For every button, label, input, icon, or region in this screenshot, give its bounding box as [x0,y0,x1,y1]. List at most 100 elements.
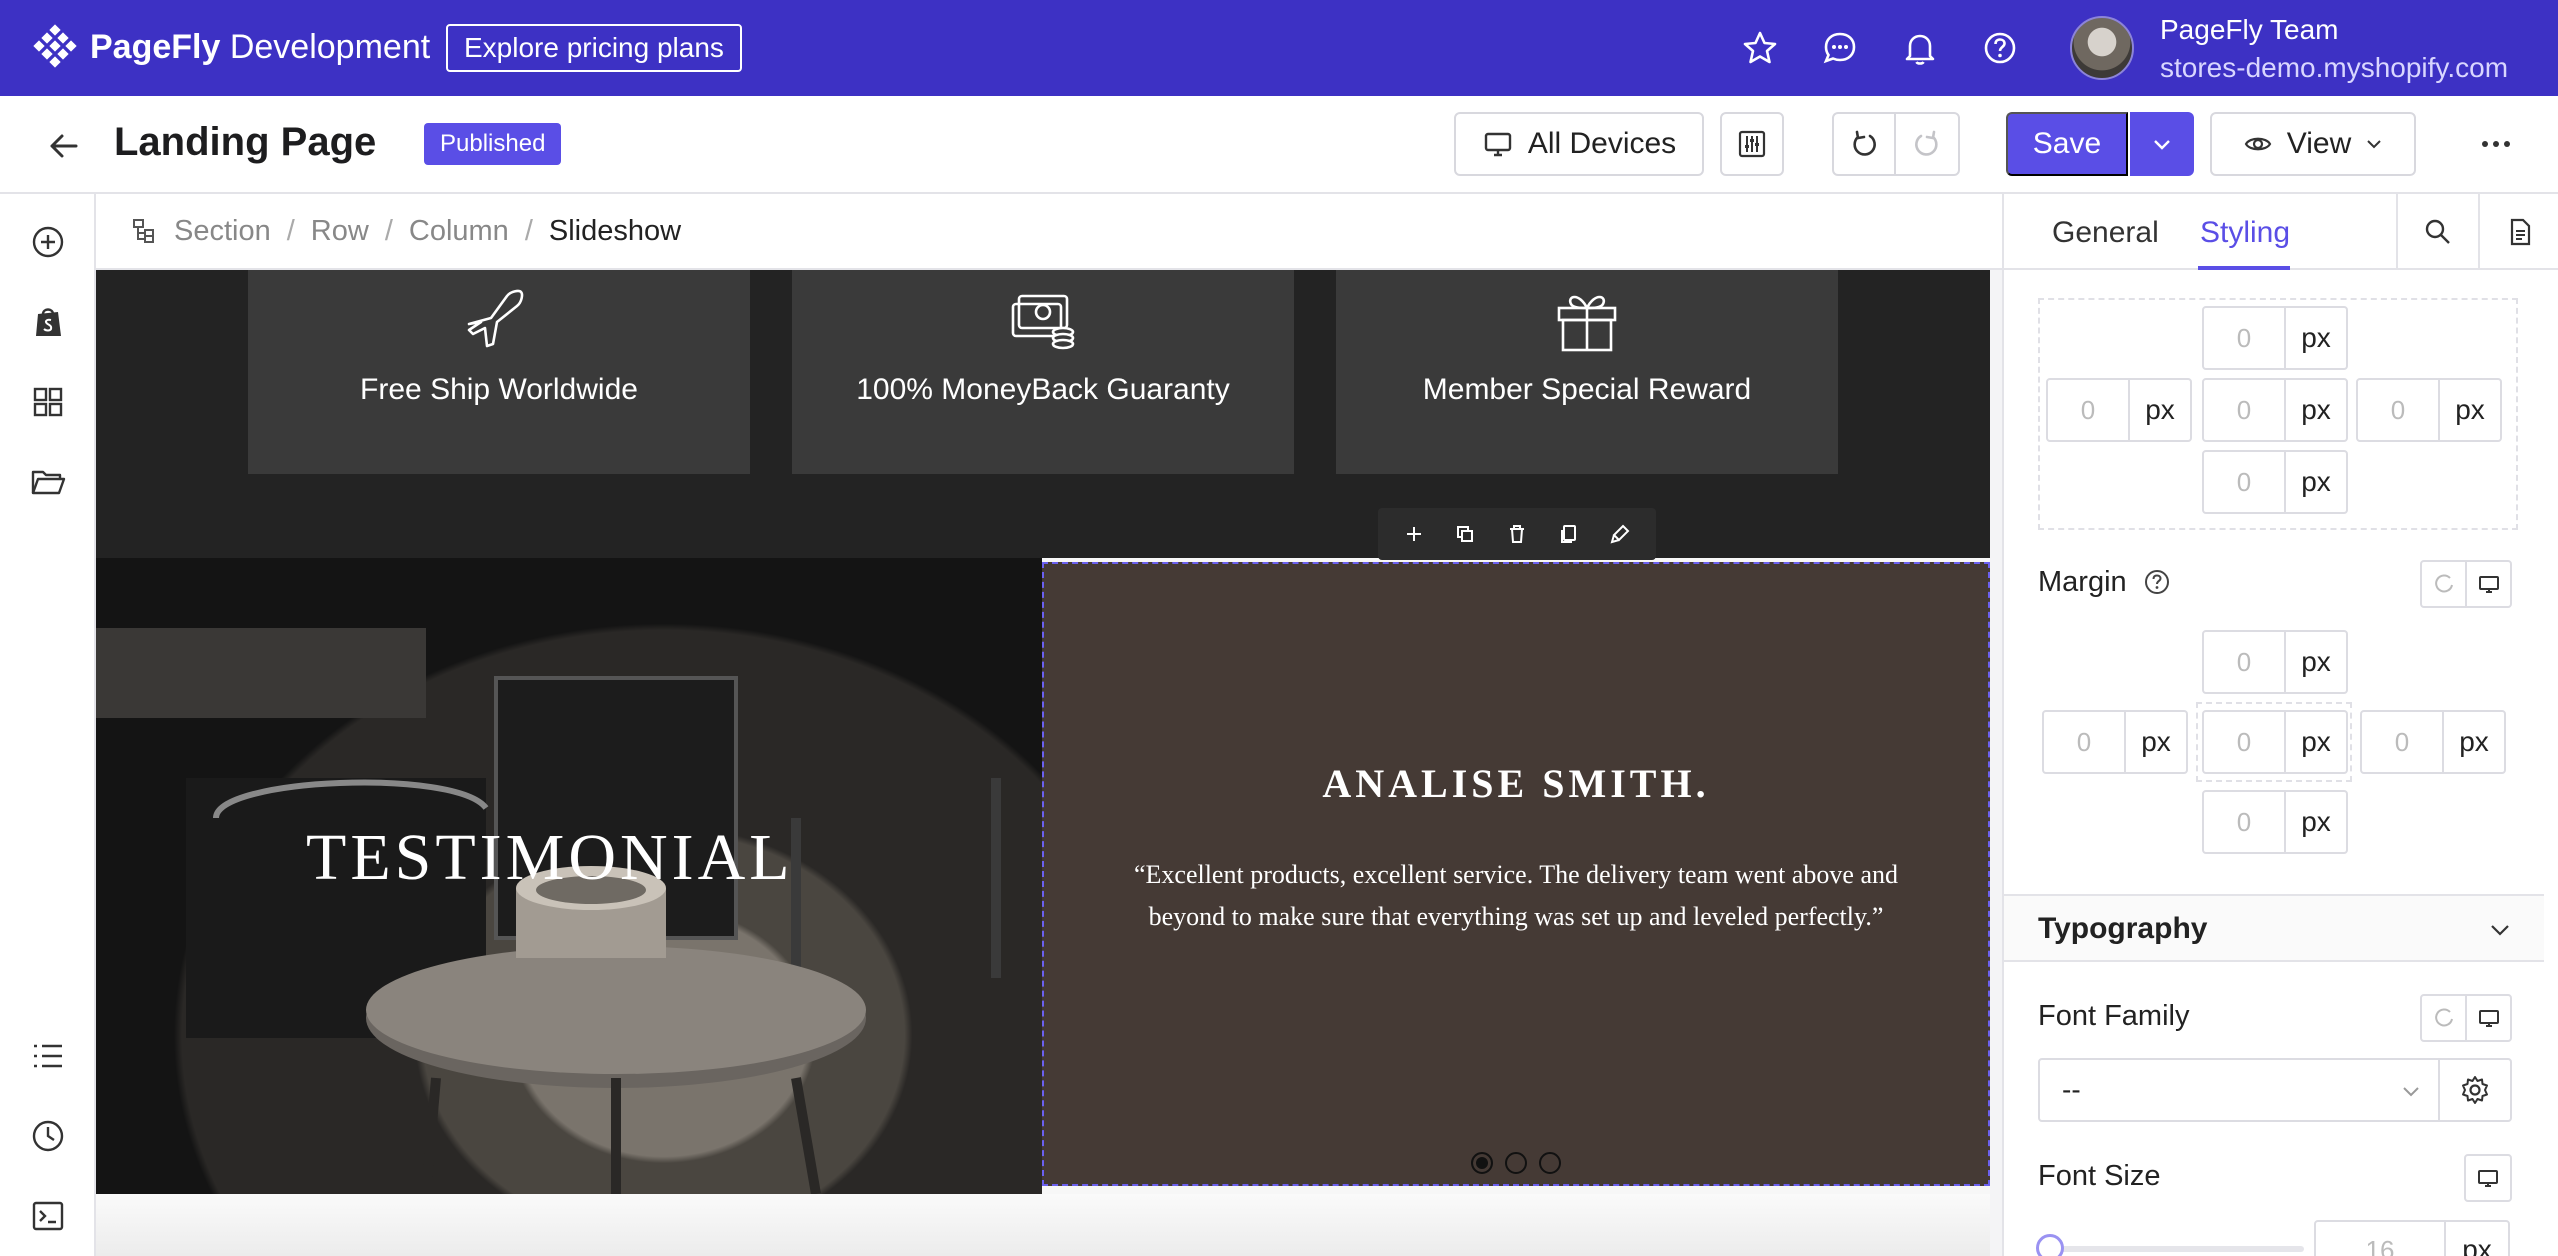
font-size-input[interactable]: 16 px [2314,1220,2510,1256]
unit-label[interactable]: px [2126,712,2186,772]
all-devices-button[interactable]: All Devices [1454,112,1704,176]
margin-left-input[interactable]: 0 px [2042,710,2188,774]
code-terminal-icon[interactable] [28,1196,68,1236]
help-icon[interactable] [1980,28,2020,68]
font-size-device-button[interactable] [2464,1154,2512,1202]
help-icon[interactable] [2143,568,2171,596]
unit-label[interactable]: px [2286,308,2346,368]
padding-left-value[interactable]: 0 [2048,380,2130,440]
typography-section-header[interactable]: Typography [2004,894,2544,962]
font-size-value[interactable]: 16 [2316,1222,2446,1256]
top-icons [1740,28,2020,68]
padding-center-value[interactable]: 0 [2204,380,2286,440]
padding-center-input[interactable]: 0 px [2202,378,2348,442]
add-element-icon[interactable] [28,222,68,262]
settings-sliders-button[interactable] [1720,112,1784,176]
more-options-button[interactable] [2430,112,2558,176]
layers-list-icon[interactable] [28,1036,68,1076]
user-info[interactable]: PageFly Team stores-demo.myshopify.com [2160,14,2508,84]
reset-icon [2434,574,2453,593]
font-size-slider-track[interactable] [2044,1246,2304,1252]
unit-label[interactable]: px [2444,712,2504,772]
unit-label[interactable]: px [2286,632,2346,692]
avatar[interactable] [2070,16,2134,80]
font-settings-button[interactable] [2438,1058,2512,1122]
font-family-value: -- [2062,1074,2081,1105]
margin-right-value[interactable]: 0 [2362,712,2444,772]
slideshow-slide[interactable]: ANALISE SMITH. “Excellent products, exce… [1042,562,1990,1186]
unit-label[interactable]: px [2286,712,2346,772]
delete-icon[interactable] [1506,523,1528,545]
shopify-icon[interactable] [28,302,68,342]
breadcrumb-section[interactable]: Section [174,215,271,248]
unit-label[interactable]: px [2286,792,2346,852]
add-icon[interactable] [1403,523,1425,545]
hierarchy-icon [133,219,154,243]
save-button[interactable]: Save [2006,112,2128,176]
padding-right-value[interactable]: 0 [2358,380,2440,440]
bell-icon[interactable] [1900,28,1940,68]
unit-label[interactable]: px [2286,452,2346,512]
next-section[interactable] [96,1194,1990,1256]
feature-member-reward[interactable]: Member Special Reward [1336,270,1838,474]
font-size-slider-thumb[interactable] [2036,1234,2064,1256]
star-icon[interactable] [1740,28,1780,68]
font-family-reset-button[interactable] [2422,996,2465,1040]
unit-label[interactable]: px [2446,1222,2508,1256]
unit-label[interactable]: px [2130,380,2190,440]
breadcrumb-column[interactable]: Column [409,215,509,248]
desktop-icon [2478,1170,2498,1187]
padding-top-value[interactable]: 0 [2204,308,2286,368]
slide-dot[interactable] [1505,1152,1527,1174]
chat-icon[interactable] [1820,28,1860,68]
view-button[interactable]: View [2210,112,2416,176]
font-family-device-button[interactable] [2465,996,2510,1040]
features-section[interactable]: Free Ship Worldwide 100% MoneyBack Guara… [96,270,1990,558]
margin-left-value[interactable]: 0 [2044,712,2126,772]
margin-center-input[interactable]: 0 px [2202,710,2348,774]
panel-document-button[interactable] [2478,194,2558,270]
padding-bottom-input[interactable]: 0 px [2202,450,2348,514]
grid-icon[interactable] [28,382,68,422]
copy-icon[interactable] [1558,523,1580,545]
explore-pricing-button[interactable]: Explore pricing plans [446,24,742,72]
pagefly-logo[interactable]: PageFly Development [32,24,430,70]
margin-center-value[interactable]: 0 [2204,712,2286,772]
margin-top-input[interactable]: 0 px [2202,630,2348,694]
margin-top-value[interactable]: 0 [2204,632,2286,692]
margin-device-button[interactable] [2465,562,2510,606]
slide-dot[interactable] [1471,1152,1493,1174]
padding-top-input[interactable]: 0 px [2202,306,2348,370]
unit-label[interactable]: px [2286,380,2346,440]
redo-button[interactable] [1896,114,1958,174]
padding-bottom-value[interactable]: 0 [2204,452,2286,512]
margin-reset-button[interactable] [2422,562,2465,606]
undo-button[interactable] [1834,114,1896,174]
editor-canvas[interactable]: Free Ship Worldwide 100% MoneyBack Guara… [96,270,1990,1256]
padding-left-input[interactable]: 0 px [2046,378,2192,442]
save-options-button[interactable] [2130,112,2194,176]
history-clock-icon[interactable] [28,1116,68,1156]
paint-brush-icon[interactable] [1609,523,1631,545]
breadcrumb-row[interactable]: Row [311,215,369,248]
airplane-icon [467,289,524,348]
left-sidebar [0,194,96,1256]
margin-bottom-input[interactable]: 0 px [2202,790,2348,854]
margin-bottom-value[interactable]: 0 [2204,792,2286,852]
font-family-select[interactable]: -- [2038,1058,2440,1122]
panel-search-button[interactable] [2396,194,2478,270]
tab-styling[interactable]: Styling [2200,216,2290,250]
margin-right-input[interactable]: 0 px [2360,710,2506,774]
feature-free-ship[interactable]: Free Ship Worldwide [248,270,750,474]
unit-label[interactable]: px [2440,380,2500,440]
feature-moneyback[interactable]: 100% MoneyBack Guaranty [792,270,1294,474]
breadcrumb-slideshow[interactable]: Slideshow [549,215,681,248]
folder-icon[interactable] [28,462,68,502]
slide-dot[interactable] [1539,1152,1561,1174]
tab-general[interactable]: General [2052,216,2159,250]
padding-right-input[interactable]: 0 px [2356,378,2502,442]
margin-label: Margin [2038,566,2171,599]
duplicate-icon[interactable] [1454,523,1476,545]
back-arrow-icon[interactable] [44,126,84,166]
page-title: Landing Page [114,120,377,164]
